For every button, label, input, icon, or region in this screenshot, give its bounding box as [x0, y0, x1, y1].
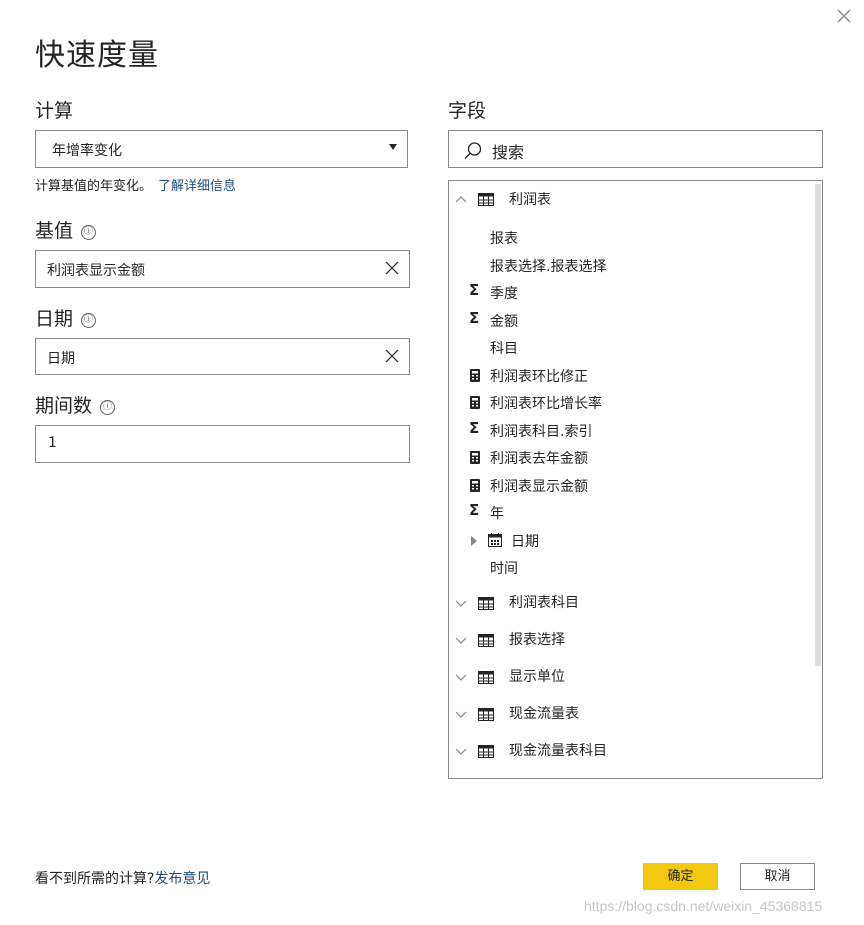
periods-value: 1 [48, 435, 57, 451]
calculation-selected: 年增率变化 [52, 143, 122, 159]
ok-button[interactable]: 确定 [643, 863, 718, 890]
expand-triangle-icon[interactable] [471, 536, 477, 546]
info-icon[interactable]: ⓘ [100, 400, 116, 415]
cancel-button[interactable]: 取消 [740, 863, 815, 890]
tree-table-row[interactable]: 现金流量表科目 [449, 737, 809, 761]
dropdown-arrow-icon [389, 144, 397, 150]
sigma-icon: Σ [469, 281, 480, 299]
close-button[interactable] [834, 6, 854, 26]
table-icon [478, 193, 494, 206]
tree-table-row[interactable]: 显示单位 [449, 663, 809, 687]
calculator-icon [470, 479, 480, 492]
table-name: 现金流量表科目 [509, 743, 607, 759]
field-name: 时间 [490, 561, 518, 577]
table-name: 报表选择 [509, 632, 565, 648]
helper-text: 计算基值的年变化。 [35, 179, 153, 194]
feedback-link[interactable]: 发布意见 [154, 871, 210, 887]
calculator-icon [470, 396, 480, 409]
chevron-up-icon [455, 196, 467, 203]
calculation-helper: 计算基值的年变化。 了解详细信息 [35, 175, 236, 194]
field-name: 科目 [490, 341, 518, 357]
field-name: 金额 [490, 314, 518, 330]
table-name: 显示单位 [509, 669, 565, 685]
table-icon [478, 671, 494, 684]
table-name: 利润表科目 [509, 595, 579, 611]
table-name: 现金流量表 [509, 706, 579, 722]
field-item[interactable]: 利润表环比修正 [449, 363, 809, 387]
info-icon[interactable]: ⓘ [81, 225, 97, 240]
fields-label: 字段 [448, 100, 487, 122]
sigma-icon: Σ [469, 419, 480, 437]
field-item[interactable]: Σ 金额 [449, 308, 809, 332]
base-value-field[interactable]: 利润表显示金额 [35, 250, 410, 288]
field-name: 日期 [511, 534, 539, 550]
field-item[interactable]: 利润表去年金额 [449, 445, 809, 469]
field-item[interactable]: 日期 [449, 528, 809, 552]
base-value-text: 利润表显示金额 [47, 263, 145, 279]
chevron-down-icon [455, 600, 467, 607]
field-name: 利润表科目.索引 [490, 424, 593, 440]
calculator-icon [470, 451, 480, 464]
field-name: 利润表环比修正 [490, 369, 588, 385]
table-icon [478, 597, 494, 610]
table-icon [478, 745, 494, 758]
search-placeholder: 搜索 [492, 143, 525, 162]
base-value-label: 基值 [35, 220, 74, 242]
sigma-icon: Σ [469, 309, 480, 327]
field-name: 报表选择.报表选择 [490, 259, 607, 275]
field-item[interactable]: Σ 季度 [449, 280, 809, 304]
date-text: 日期 [47, 351, 75, 367]
calendar-icon [488, 533, 502, 547]
tree-table-row[interactable]: 现金流量表 [449, 700, 809, 724]
calculation-dropdown[interactable]: 年增率变化 [35, 130, 408, 168]
learn-more-link[interactable]: 了解详细信息 [158, 179, 236, 194]
field-item[interactable]: 利润表环比增长率 [449, 390, 809, 414]
watermark: https://blog.csdn.net/weixin_45368815 [584, 898, 823, 914]
clear-icon[interactable] [385, 261, 399, 275]
table-name: 利润表 [509, 192, 551, 208]
field-item[interactable]: Σ 利润表科目.索引 [449, 418, 809, 442]
tree-table-row[interactable]: 利润表 [449, 186, 809, 210]
chevron-down-icon [455, 674, 467, 681]
chevron-down-icon [455, 748, 467, 755]
field-item[interactable]: 时间 [449, 555, 809, 579]
calculator-icon [470, 369, 480, 382]
tree-table-row[interactable]: 利润表科目 [449, 589, 809, 613]
fields-tree[interactable]: 利润表 报表 报表选择.报表选择 Σ 季度 Σ 金额 科目 利润表环比修正 利润… [448, 180, 823, 779]
calculation-label: 计算 [35, 100, 74, 122]
close-icon [837, 9, 851, 23]
periods-input[interactable]: 1 [35, 425, 410, 463]
field-item[interactable]: 科目 [449, 335, 809, 359]
chevron-down-icon [455, 637, 467, 644]
field-name: 利润表显示金额 [490, 479, 588, 495]
field-item[interactable]: 报表选择.报表选择 [449, 253, 809, 277]
table-icon [478, 634, 494, 647]
date-field[interactable]: 日期 [35, 338, 410, 375]
base-value-label-row: 基值 ⓘ [35, 216, 97, 243]
table-icon [478, 708, 494, 721]
dialog-title: 快速度量 [35, 38, 159, 73]
field-name: 报表 [490, 231, 518, 247]
clear-icon[interactable] [385, 349, 399, 363]
tree-table-row[interactable]: 报表选择 [449, 626, 809, 650]
search-icon [464, 142, 482, 159]
field-name: 年 [490, 506, 504, 522]
field-name: 利润表环比增长率 [490, 396, 602, 412]
field-item[interactable]: 报表 [449, 225, 809, 249]
field-name: 利润表去年金额 [490, 451, 588, 467]
footer-question: 看不到所需的计算? [35, 871, 155, 887]
date-label: 日期 [35, 308, 74, 330]
field-item[interactable]: 利润表显示金额 [449, 473, 809, 497]
periods-label-row: 期间数 ⓘ [35, 391, 116, 418]
footer-feedback: 看不到所需的计算?发布意见 [35, 868, 210, 888]
sigma-icon: Σ [469, 501, 480, 519]
field-name: 季度 [490, 286, 518, 302]
info-icon[interactable]: ⓘ [81, 313, 97, 328]
date-label-row: 日期 ⓘ [35, 304, 97, 331]
chevron-down-icon [455, 711, 467, 718]
periods-label: 期间数 [35, 395, 93, 417]
scrollbar[interactable] [815, 184, 821, 666]
field-item[interactable]: Σ 年 [449, 500, 809, 524]
fields-search-input[interactable]: 搜索 [448, 130, 823, 168]
